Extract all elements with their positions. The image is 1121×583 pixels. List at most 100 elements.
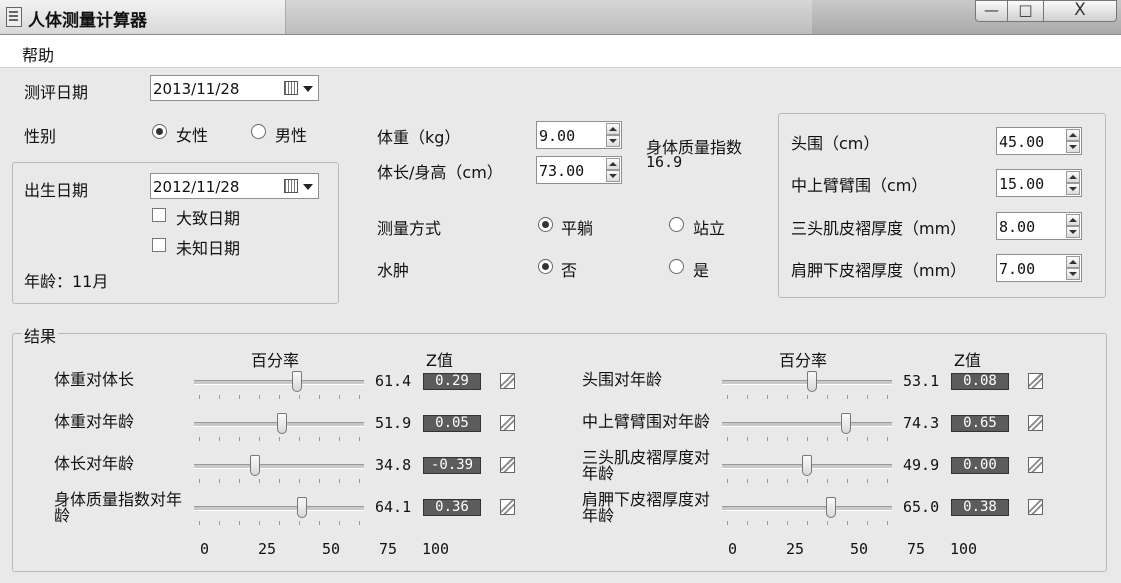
slider-tick <box>867 521 868 525</box>
increment-button[interactable] <box>1066 214 1080 226</box>
percentile-slider-thumb[interactable] <box>292 371 303 392</box>
supine-radio[interactable] <box>538 217 553 232</box>
slider-tick <box>767 479 768 483</box>
slider-tick <box>319 395 320 399</box>
slider-tick <box>279 479 280 483</box>
slider-tick <box>827 479 828 483</box>
tsf-label: 三头肌皮褶厚度（mm） <box>791 219 967 238</box>
male-radio[interactable] <box>251 124 266 139</box>
supine-label[interactable]: 平躺 <box>561 215 593 239</box>
growth-chart-icon[interactable] <box>500 457 515 473</box>
percentile-value: 74.3 <box>903 414 940 432</box>
length-stepper[interactable]: 73.00 <box>536 156 622 184</box>
percentile-value: 51.9 <box>375 414 412 432</box>
unknown-date-label[interactable]: 未知日期 <box>176 235 240 259</box>
method-label: 测量方式 <box>377 219 442 238</box>
decrement-button[interactable] <box>1066 226 1080 238</box>
z-score-value: -0.39 <box>423 457 481 474</box>
close-button[interactable]: X <box>1043 0 1117 22</box>
title-bar: 人体测量计算器 — □ X <box>0 0 1121 35</box>
edema-yes-label[interactable]: 是 <box>693 257 709 281</box>
slider-tick <box>279 521 280 525</box>
increment-button[interactable] <box>1066 171 1080 183</box>
edema-label: 水肿 <box>377 261 410 280</box>
calendar-icon[interactable] <box>284 179 298 193</box>
slider-tick <box>727 521 728 525</box>
scale-label: 25 <box>786 540 805 558</box>
standing-label[interactable]: 站立 <box>693 215 725 239</box>
window-title: 人体测量计算器 <box>28 11 147 31</box>
scale-label: 75 <box>907 540 926 558</box>
growth-chart-icon[interactable] <box>1028 499 1043 515</box>
female-label[interactable]: 女性 <box>176 122 208 146</box>
slider-tick <box>807 479 808 483</box>
decrement-button[interactable] <box>1066 268 1080 280</box>
approx-date-label[interactable]: 大致日期 <box>176 205 240 229</box>
growth-chart-icon[interactable] <box>1028 457 1043 473</box>
result-name: 体重对体长 <box>54 370 135 389</box>
approx-date-checkbox[interactable] <box>152 208 166 222</box>
slider-tick <box>827 395 828 399</box>
z-score-value: 0.05 <box>423 415 481 432</box>
head-stepper[interactable]: 45.00 <box>996 127 1082 155</box>
ssf-stepper[interactable]: 7.00 <box>996 254 1082 282</box>
chevron-down-icon[interactable] <box>303 184 313 190</box>
z-score-value: 0.08 <box>951 373 1009 390</box>
female-radio[interactable] <box>152 124 167 139</box>
decrement-button[interactable] <box>1066 141 1080 153</box>
slider-tick <box>359 479 360 483</box>
sex-label: 性别 <box>24 127 57 146</box>
percentile-slider-thumb[interactable] <box>249 455 260 476</box>
minimize-button[interactable]: — <box>975 0 1008 22</box>
slider-tick <box>199 395 200 399</box>
slider-tick <box>279 437 280 441</box>
decrement-button[interactable] <box>606 135 620 147</box>
menu-help[interactable]: 帮助 <box>22 42 54 66</box>
decrement-button[interactable] <box>1066 183 1080 195</box>
slider-tick <box>767 395 768 399</box>
slider-tick <box>259 395 260 399</box>
percentile-slider-thumb[interactable] <box>801 455 812 476</box>
unknown-date-checkbox[interactable] <box>152 238 166 252</box>
percentile-slider-thumb[interactable] <box>296 497 307 518</box>
growth-chart-icon[interactable] <box>1028 373 1043 389</box>
calendar-icon[interactable] <box>284 81 298 95</box>
edema-yes-radio[interactable] <box>669 259 684 274</box>
standing-radio[interactable] <box>669 217 684 232</box>
z-score-value: 0.00 <box>951 457 1009 474</box>
percentile-value: 34.8 <box>375 456 412 474</box>
slider-tick <box>787 437 788 441</box>
growth-chart-icon[interactable] <box>1028 415 1043 431</box>
scale-label: 0 <box>200 540 210 558</box>
increment-button[interactable] <box>606 123 620 135</box>
z-header-left: Z值 <box>426 351 453 370</box>
percentile-slider-thumb[interactable] <box>840 413 851 434</box>
scale-label: 0 <box>728 540 738 558</box>
increment-button[interactable] <box>1066 256 1080 268</box>
growth-chart-icon[interactable] <box>500 499 515 515</box>
maximize-button[interactable]: □ <box>1007 0 1044 22</box>
slider-tick <box>787 395 788 399</box>
assessment-date-picker[interactable]: 2013/11/28 <box>150 75 319 101</box>
male-label[interactable]: 男性 <box>275 122 307 146</box>
percentile-slider-thumb[interactable] <box>826 497 836 518</box>
percentile-slider-thumb[interactable] <box>277 413 288 434</box>
slider-tick <box>787 479 788 483</box>
increment-button[interactable] <box>1066 129 1080 141</box>
weight-stepper[interactable]: 9.00 <box>536 121 622 149</box>
chevron-down-icon[interactable] <box>303 86 313 92</box>
tsf-stepper[interactable]: 8.00 <box>996 212 1082 240</box>
decrement-button[interactable] <box>606 170 620 182</box>
birth-date-picker[interactable]: 2012/11/28 <box>150 173 319 199</box>
increment-button[interactable] <box>606 158 620 170</box>
growth-chart-icon[interactable] <box>500 373 515 389</box>
z-score-value: 0.65 <box>951 415 1009 432</box>
z-score-value: 0.36 <box>423 499 481 516</box>
edema-no-label[interactable]: 否 <box>561 257 577 281</box>
growth-chart-icon[interactable] <box>500 415 515 431</box>
edema-no-radio[interactable] <box>538 259 553 274</box>
percentile-value: 49.9 <box>903 456 940 474</box>
percentile-slider-thumb[interactable] <box>806 371 817 392</box>
muac-stepper[interactable]: 15.00 <box>996 169 1082 197</box>
percentile-header-left: 百分率 <box>251 351 300 370</box>
